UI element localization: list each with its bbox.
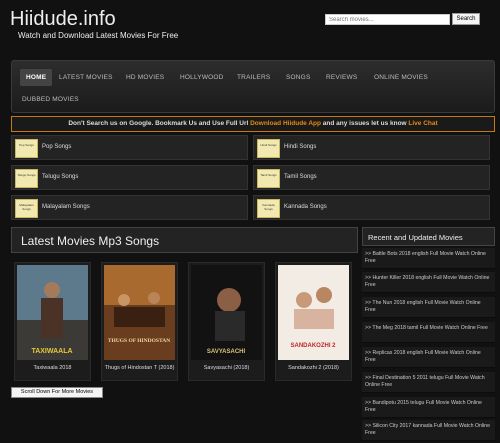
category-pop-songs[interactable]: Pop Songs Pop Songs xyxy=(11,135,248,160)
category-thumb: Telugu Songs xyxy=(15,169,38,188)
movie-poster[interactable]: SAVYASACHI xyxy=(191,265,262,360)
poster-title-text: SAVYASACHI xyxy=(207,349,246,355)
latest-movies-heading: Latest Movies Mp3 Songs xyxy=(11,227,358,253)
poster-title-text: TAXIWAALA xyxy=(31,348,72,355)
scroll-more-button[interactable]: Scroll Down For More Movies xyxy=(11,387,103,398)
sidebar-item[interactable]: >> Final Destination 5 2011 telugu Full … xyxy=(362,372,495,393)
sidebar-item[interactable]: >> Silicon City 2017 kannada Full Movie … xyxy=(362,420,495,441)
nav-songs[interactable]: SONGS xyxy=(286,74,310,81)
poster-title-text: THUGS OF HINDOSTAN xyxy=(108,338,170,344)
nav-dubbed-movies[interactable]: DUBBED MOVIES xyxy=(22,96,79,103)
nav-hollywood[interactable]: HOLLYWOOD xyxy=(180,74,224,81)
movie-card[interactable]: SANDAKOZHI 2 Sandakozhi 2 (2018) xyxy=(275,262,352,381)
nav-reviews[interactable]: REVIEWS xyxy=(326,74,357,81)
sidebar-item[interactable]: >> The Meg 2018 tamil Full Movie Watch O… xyxy=(362,322,495,343)
sidebar-item[interactable]: >> Replicas 2018 english Full Movie Watc… xyxy=(362,347,495,368)
main-nav: HOME LATEST MOVIES HD MOVIES HOLLYWOOD T… xyxy=(11,60,495,113)
movie-title[interactable]: Savyasachi (2018) xyxy=(189,365,264,371)
movie-card[interactable]: THUGS OF HINDOSTAN Thugs of Hindostan T … xyxy=(101,262,178,381)
notice-text-1: Don't Search us on Google. Bookmark Us a… xyxy=(68,120,251,127)
movie-card[interactable]: SAVYASACHI Savyasachi (2018) xyxy=(188,262,265,381)
sidebar-item[interactable]: >> Bandipotu 2015 telugu Full Movie Watc… xyxy=(362,397,495,418)
sidebar-heading: Recent and Updated Movies xyxy=(362,227,495,246)
nav-online-movies[interactable]: ONLINE MOVIES xyxy=(374,74,428,81)
category-label[interactable]: Tamil Songs xyxy=(284,174,317,180)
search-input[interactable] xyxy=(325,14,450,25)
movie-poster[interactable]: TAXIWAALA xyxy=(17,265,88,360)
movie-poster[interactable]: SANDAKOZHI 2 xyxy=(278,265,349,360)
nav-home[interactable]: HOME xyxy=(20,69,53,86)
site-tagline: Watch and Download Latest Movies For Fre… xyxy=(18,31,179,40)
nav-latest-movies[interactable]: LATEST MOVIES xyxy=(59,74,113,81)
category-hindi-songs[interactable]: Hindi Songs Hindi Songs xyxy=(253,135,490,160)
movie-title[interactable]: Sandakozhi 2 (2018) xyxy=(276,365,351,371)
category-malayalam-songs[interactable]: Malayalam Songs Malayalam Songs xyxy=(11,195,248,220)
category-thumb: Kannada Songs xyxy=(257,199,280,218)
category-label[interactable]: Kannada Songs xyxy=(284,204,327,210)
notice-app-link[interactable]: Download Hiidude App xyxy=(250,120,321,127)
nav-trailers[interactable]: TRAILERS xyxy=(237,74,270,81)
category-label[interactable]: Hindi Songs xyxy=(284,144,316,150)
sidebar-item[interactable]: >> The Nun 2018 english Full Movie Watch… xyxy=(362,297,495,318)
search-button[interactable]: Search xyxy=(452,13,480,25)
category-thumb: Pop Songs xyxy=(15,139,38,158)
site-title[interactable]: Hiidude.info xyxy=(10,8,116,31)
category-label[interactable]: Telugu Songs xyxy=(42,174,78,180)
nav-hd-movies[interactable]: HD MOVIES xyxy=(126,74,164,81)
poster-title-text: SANDAKOZHI 2 xyxy=(290,343,336,349)
movie-poster[interactable]: THUGS OF HINDOSTAN xyxy=(104,265,175,360)
notice-text-2: and any issues let us know xyxy=(320,120,409,127)
category-thumb: Tamil Songs xyxy=(257,169,280,188)
category-thumb: Hindi Songs xyxy=(257,139,280,158)
movie-title[interactable]: Thugs of Hindostan T (2018) xyxy=(102,365,177,371)
notice-banner: Don't Search us on Google. Bookmark Us a… xyxy=(11,116,495,132)
category-telugu-songs[interactable]: Telugu Songs Telugu Songs xyxy=(11,165,248,190)
movie-title[interactable]: Taxiwaala 2018 xyxy=(15,365,90,371)
category-tamil-songs[interactable]: Tamil Songs Tamil Songs xyxy=(253,165,490,190)
notice-chat-link[interactable]: Live Chat xyxy=(408,120,437,127)
category-kannada-songs[interactable]: Kannada Songs Kannada Songs xyxy=(253,195,490,220)
sidebar-item[interactable]: >> Hunter Killer 2018 english Full Movie… xyxy=(362,272,495,293)
category-label[interactable]: Pop Songs xyxy=(42,144,71,150)
movie-card[interactable]: TAXIWAALA Taxiwaala 2018 xyxy=(14,262,91,381)
category-thumb: Malayalam Songs xyxy=(15,199,38,218)
category-label[interactable]: Malayalam Songs xyxy=(42,204,90,210)
sidebar-item[interactable]: >> Battle Bots 2018 english Full Movie W… xyxy=(362,248,495,269)
